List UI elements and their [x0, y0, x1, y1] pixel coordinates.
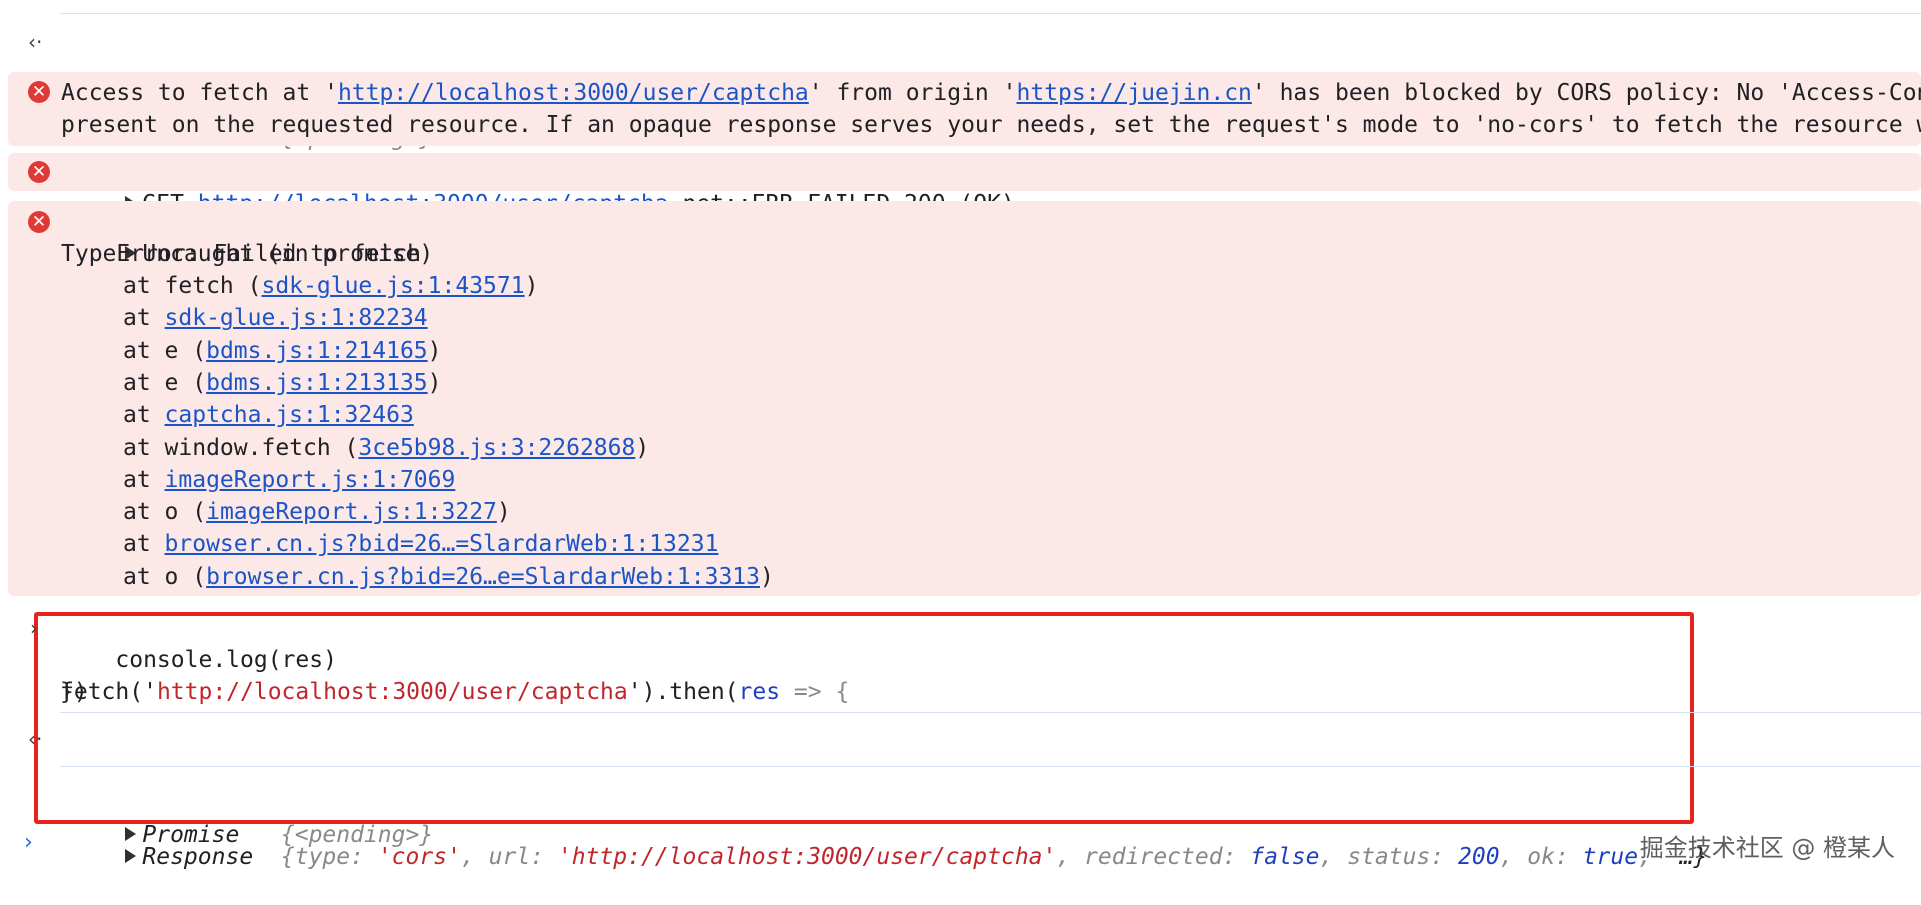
stack-frame-link[interactable]: imageReport.js:1:3227	[206, 499, 497, 525]
stack-frame-link[interactable]: sdk-glue.js:1:82234	[165, 305, 428, 331]
input-divider	[60, 712, 1921, 713]
expand-triangle-icon[interactable]	[125, 849, 137, 863]
stack-frame: at e (bdms.js:1:213135)	[123, 369, 442, 396]
stack-frame: at o (imageReport.js:1:3227)	[123, 499, 511, 526]
response-log-row[interactable]: Response {type: 'cors', url: 'http://loc…	[0, 777, 1921, 870]
top-divider	[60, 13, 1921, 14]
stack-frame: at e (bdms.js:1:214165)	[123, 337, 442, 364]
error-icon: ✕	[28, 161, 50, 183]
stack-frame: at captcha.js:1:32463	[123, 402, 414, 429]
console-input-line3: })	[60, 679, 88, 705]
stack-frame-link[interactable]: sdk-glue.js:1:43571	[261, 273, 524, 299]
error-message-text: TypeError: Failed to fetch	[61, 241, 422, 267]
stack-frame-link[interactable]: browser.cn.js?bid=26…e=SlardarWeb:1:3313	[206, 564, 760, 590]
cors-url-link[interactable]: http://localhost:3000/user/captcha	[338, 80, 809, 106]
stack-frame-link[interactable]: imageReport.js:1:7069	[165, 467, 456, 493]
console-input-line2: console.log(res)	[60, 647, 337, 673]
stack-frame-link[interactable]: captcha.js:1:32463	[165, 402, 414, 428]
response-label: Response	[142, 844, 254, 870]
result-divider	[60, 766, 1921, 767]
stack-frame: at o (browser.cn.js?bid=26…e=SlardarWeb:…	[123, 563, 774, 590]
return-arrow-icon: ‹·	[28, 727, 43, 751]
stack-frame: at window.fetch (3ce5b98.js:3:2262868)	[123, 434, 650, 461]
cors-error-line1: Access to fetch at 'http://localhost:300…	[61, 80, 1921, 106]
stack-frame: at browser.cn.js?bid=26…=SlardarWeb:1:13…	[123, 531, 719, 558]
stack-frame-link[interactable]: bdms.js:1:213135	[206, 370, 428, 396]
origin-link[interactable]: https://juejin.cn	[1016, 80, 1251, 106]
stack-frame-link[interactable]: bdms.js:1:214165	[206, 338, 428, 364]
stack-frame: at imageReport.js:1:7069	[123, 466, 456, 493]
console-prompt-chevron-icon[interactable]: ›	[24, 830, 33, 855]
stack-frame-link[interactable]: 3ce5b98.js:3:2262868	[358, 435, 635, 461]
uncaught-error-message: ✕ Uncaught (in promise) TypeError: Faile…	[8, 201, 1921, 596]
input-prompt-icon: ›	[30, 616, 38, 640]
cors-error-line2: present on the requested resource. If an…	[61, 112, 1921, 138]
watermark: 掘金技术社区 @ 橙某人	[1639, 834, 1895, 862]
error-icon: ✕	[28, 211, 50, 233]
return-arrow-icon: ‹·	[28, 30, 43, 54]
stack-frame: at sdk-glue.js:1:82234	[123, 305, 428, 332]
get-error-message[interactable]: ✕ GET http://localhost:3000/user/captcha…	[8, 153, 1921, 217]
stack-frame-link[interactable]: browser.cn.js?bid=26…=SlardarWeb:1:13231	[165, 531, 719, 557]
stack-frame: at fetch (sdk-glue.js:1:43571)	[123, 273, 539, 299]
cors-error-message: ✕ Access to fetch at 'http://localhost:3…	[8, 72, 1921, 146]
error-icon: ✕	[28, 81, 50, 103]
